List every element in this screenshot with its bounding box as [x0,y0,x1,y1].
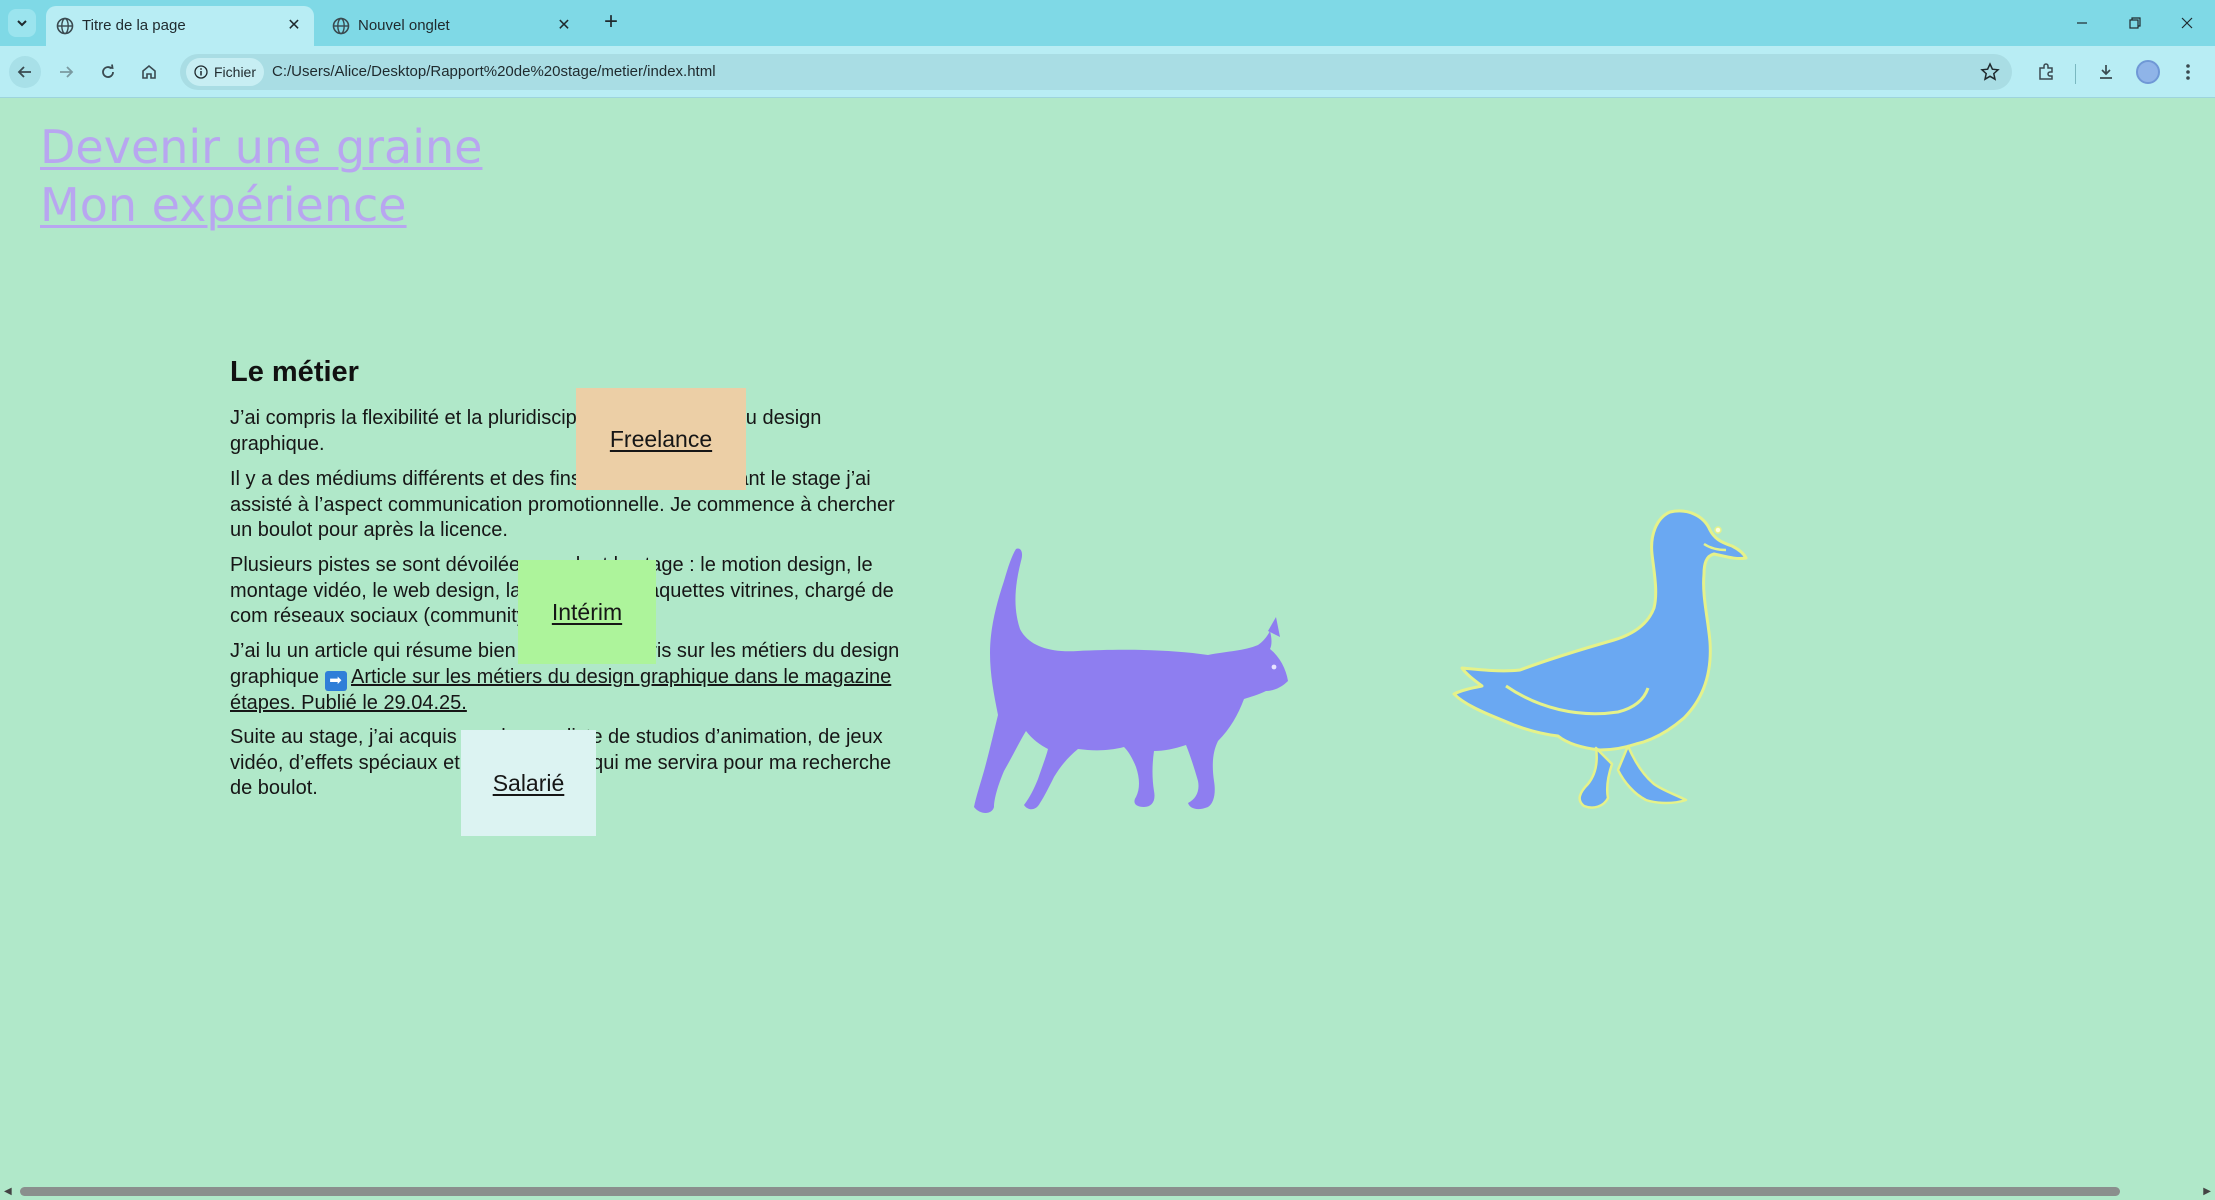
restore-icon [2129,17,2141,29]
chevron-down-icon [17,20,27,27]
menu-button[interactable] [2172,56,2204,88]
tab-active[interactable]: Titre de la page ✕ [46,6,314,46]
home-button[interactable] [133,56,165,88]
url-text[interactable]: C:/Users/Alice/Desktop/Rapport%20de%20st… [272,63,716,80]
new-tab-button[interactable]: + [598,8,624,35]
home-icon [142,64,156,79]
scroll-left-icon[interactable]: ◀ [4,1186,12,1197]
nav-link-mon-experience[interactable]: Mon expérience [40,176,482,234]
extensions-button[interactable] [2030,56,2062,88]
window-close-button[interactable] [2167,8,2207,38]
tag-freelance[interactable]: Freelance [576,388,746,490]
more-vert-icon [2186,64,2190,80]
forward-button[interactable] [50,56,82,88]
arrow-left-icon [17,66,31,78]
duck-illustration [1452,509,1748,809]
reload-button[interactable] [92,56,124,88]
minimize-button[interactable] [2062,8,2102,38]
paragraph-1: J’ai compris la flexibilité et la plurid… [230,407,822,455]
arrow-right-icon [60,66,74,78]
close-icon[interactable]: ✕ [554,15,574,35]
scrollbar-thumb[interactable] [20,1187,2120,1196]
restore-button[interactable] [2115,8,2155,38]
close-icon [2181,17,2193,29]
globe-icon [332,17,350,35]
page-title: Le métier [230,356,359,388]
toolbar-divider [2075,64,2076,84]
download-icon [2100,65,2112,79]
nav-link-devenir-une-graine[interactable]: Devenir une graine [40,118,482,176]
tag-interim[interactable]: Intérim [518,560,656,664]
tab-strip: Titre de la page ✕ Nouvel onglet ✕ + [0,0,2215,46]
paragraph-2: Il y a des médiums différents et des fin… [230,468,895,541]
tab-inactive[interactable]: Nouvel onglet ✕ [322,6,584,46]
site-info-label: Fichier [214,64,257,80]
site-info-chip[interactable]: Fichier [186,58,265,86]
reload-icon [102,64,114,78]
horizontal-scrollbar[interactable]: ◀ ▶ [0,1182,2215,1200]
info-icon [194,65,208,79]
avatar[interactable] [2136,60,2160,84]
globe-icon [56,17,74,35]
minimize-icon [2077,22,2087,24]
page-nav: Devenir une graine Mon expérience [40,118,482,234]
tab-title: Titre de la page [82,17,186,34]
cat-illustration [974,548,1288,813]
back-button[interactable] [9,56,41,88]
tab-title: Nouvel onglet [358,17,450,34]
puzzle-icon [2039,63,2053,80]
tab-search-button[interactable] [8,9,36,37]
arrow-right-icon: ➡ [324,670,347,691]
tag-salarie[interactable]: Salarié [461,730,596,836]
star-icon[interactable] [1980,62,2000,82]
browser-toolbar: Fichier C:/Users/Alice/Desktop/Rapport%2… [0,46,2215,98]
address-bar[interactable]: Fichier C:/Users/Alice/Desktop/Rapport%2… [180,54,2012,90]
close-icon[interactable]: ✕ [284,15,304,35]
scroll-right-icon[interactable]: ▶ [2203,1186,2211,1197]
downloads-button[interactable] [2090,56,2122,88]
